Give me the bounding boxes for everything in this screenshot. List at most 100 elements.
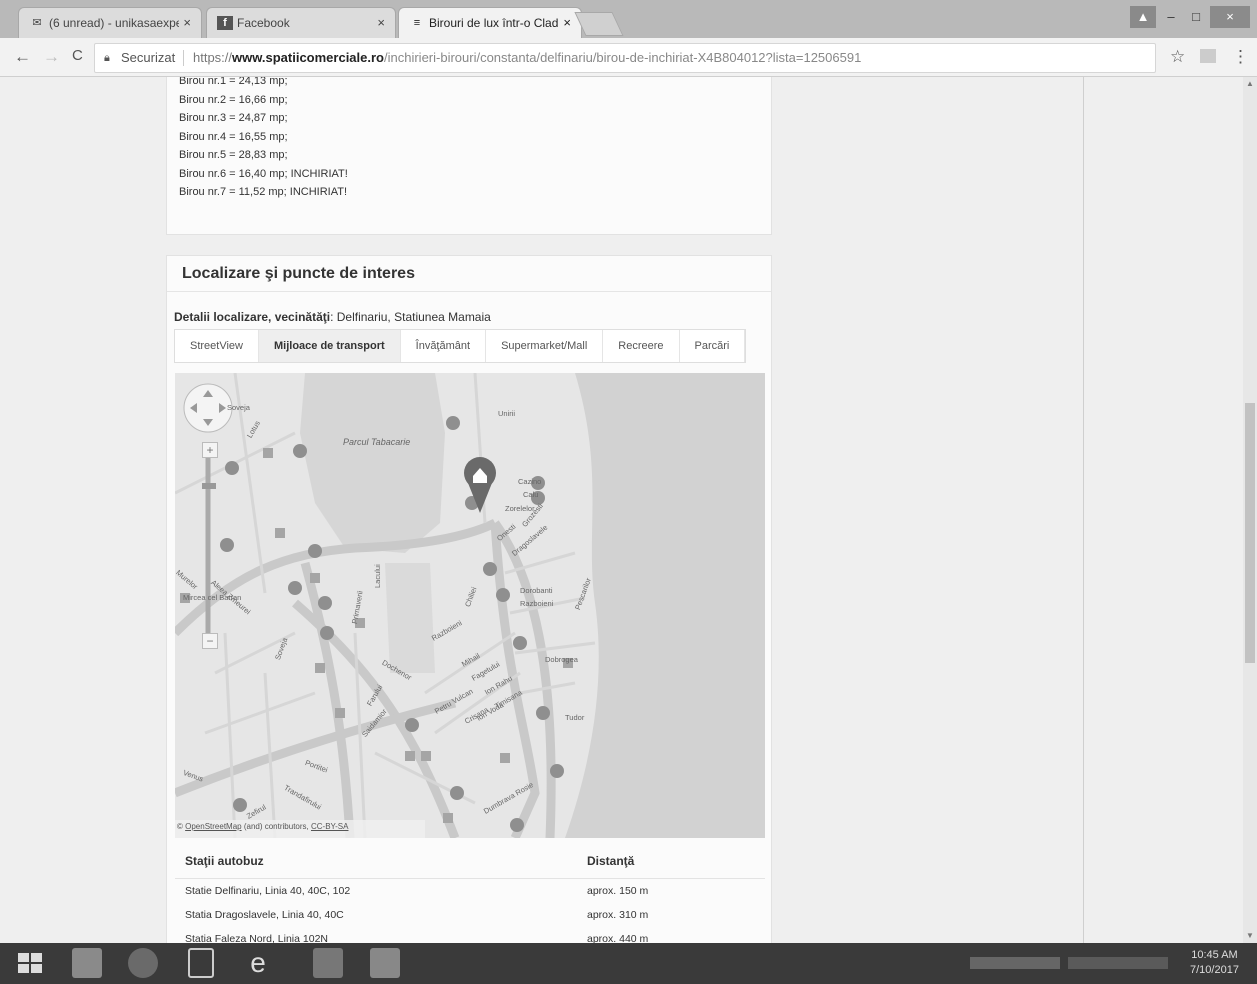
- url-divider: [183, 50, 184, 66]
- browser-tab-strip: ✉ (6 unread) - unikasaexpe × f Facebook …: [0, 0, 1257, 38]
- park-label: Parcul Tabacarie: [343, 437, 410, 447]
- address-toolbar: ← → C 🔒︎ Securizat https://www.spatiicom…: [0, 38, 1257, 77]
- back-button[interactable]: ←: [14, 47, 31, 67]
- browser-tab-active[interactable]: ≡ Birouri de lux într-o Clad ×: [398, 7, 582, 38]
- internet-explorer-icon[interactable]: e: [243, 948, 273, 978]
- street-label: Cazino: [518, 477, 542, 486]
- excel-icon[interactable]: [313, 948, 343, 978]
- office-list: Birou nr.1 = 24,13 mp; Birou nr.2 = 16,66…: [167, 77, 771, 202]
- close-icon[interactable]: ×: [183, 15, 191, 30]
- table-row: Statia Faleza Nord, Linia 102N aprox. 440…: [175, 927, 765, 943]
- file-explorer-icon[interactable]: [72, 948, 102, 978]
- office-item: Birou nr.3 = 24,87 mp;: [179, 112, 288, 124]
- lock-icon: 🔒︎: [104, 52, 110, 64]
- browser-tab-facebook[interactable]: f Facebook ×: [206, 7, 396, 38]
- scroll-down-icon[interactable]: ▼: [1246, 931, 1254, 940]
- tab-supermarket-mall[interactable]: Supermarket/Mall: [486, 330, 604, 362]
- street-label: Calu: [523, 490, 539, 499]
- office-item: Birou nr.2 = 16,66 mp;: [179, 93, 288, 106]
- attribution-text: (and) contributors,: [241, 822, 311, 831]
- tab-mijloace-de-transport[interactable]: Mijloace de transport: [259, 330, 401, 362]
- office-item: Birou nr.5 = 28,83 mp;: [179, 149, 288, 161]
- location-panel: Localizare şi puncte de interes Detalii …: [166, 255, 772, 943]
- clock-time: 10:45 AM: [1191, 949, 1238, 961]
- url-scheme: https://: [193, 50, 233, 65]
- clock-date: 7/10/2017: [1190, 964, 1239, 976]
- forward-button[interactable]: →: [43, 47, 60, 67]
- neighborhood-label: Detalii localizare, vecinătăţi: [174, 310, 331, 324]
- extension-icon[interactable]: [1200, 49, 1216, 63]
- tab-label: Birouri de lux într-o Clad: [429, 16, 559, 30]
- office-item: Birou nr.7 = 11,52 mp; INCHIRIAT!: [179, 186, 348, 198]
- scroll-up-icon[interactable]: ▲: [1246, 79, 1254, 88]
- system-tray-icons[interactable]: [1068, 957, 1168, 969]
- map-attribution: © OpenStreetMap (and) contributors, CC-B…: [177, 822, 348, 831]
- osm-link[interactable]: OpenStreetMap: [185, 822, 241, 831]
- maximize-button[interactable]: □: [1184, 6, 1208, 28]
- tab-streetview[interactable]: StreetView: [175, 330, 259, 362]
- scroll-thumb[interactable]: [1245, 403, 1255, 663]
- secure-label: Securizat: [121, 50, 176, 65]
- table-body: Statie Delfinariu, Linia 40, 40C, 102 apr…: [175, 879, 765, 943]
- station-distance: aprox. 440 m: [587, 933, 649, 943]
- zoom-out-button[interactable]: −: [202, 633, 218, 649]
- mail-icon: ✉: [32, 17, 42, 29]
- url-input[interactable]: 🔒︎ Securizat https://www.spatiicomercial…: [94, 43, 1156, 73]
- word-icon[interactable]: [370, 948, 400, 978]
- office-list-panel: Birou nr.1 = 24,13 mp; Birou nr.2 = 16,66…: [166, 77, 772, 235]
- tray-icons[interactable]: [970, 957, 1060, 969]
- neighborhood-value: : Delfinariu, Statiunea Mamaia: [330, 310, 491, 324]
- taskbar-clock[interactable]: 10:45 AM 7/10/2017: [1190, 948, 1239, 978]
- bus-stations-table: Staţii autobuz Distanţă Statie Delfinari…: [175, 846, 765, 943]
- close-icon[interactable]: ×: [377, 15, 385, 30]
- header-name: Staţii autobuz: [185, 854, 264, 868]
- taskbar: e 10:45 AM 7/10/2017: [0, 943, 1257, 984]
- poi-tabs: StreetView Mijloace de transport Învăţămân…: [174, 329, 747, 363]
- tab-label: Facebook: [237, 16, 290, 30]
- map-nav-control: [183, 383, 233, 433]
- table-row: Statie Delfinariu, Linia 40, 40C, 102 apr…: [175, 879, 765, 903]
- site-icon: ≡: [413, 17, 421, 29]
- bookmark-star-icon[interactable]: ☆: [1170, 47, 1185, 67]
- tab-label: (6 unread) - unikasaexpe: [49, 16, 179, 30]
- street-label: Unirii: [498, 409, 516, 418]
- store-icon[interactable]: [188, 948, 214, 978]
- street-label: Tudor: [565, 713, 585, 722]
- tab-recreere[interactable]: Recreere: [603, 330, 680, 362]
- page-scrollbar[interactable]: ▲ ▼: [1243, 77, 1257, 943]
- browser-tab-mail[interactable]: ✉ (6 unread) - unikasaexpe ×: [18, 7, 202, 38]
- windows-start-icon[interactable]: [14, 948, 46, 978]
- header-distance: Distanţă: [587, 854, 635, 868]
- street-label: Razboieni: [520, 599, 554, 608]
- office-item: Birou nr.4 = 16,55 mp;: [179, 130, 288, 143]
- office-item: Birou nr.6 = 16,40 mp; INCHIRIAT!: [179, 167, 348, 180]
- reload-button[interactable]: C: [72, 47, 83, 64]
- map-view[interactable]: Parcul Tabacarie + − Lotus Soveja Unirii…: [175, 373, 765, 838]
- attribution-prefix: ©: [177, 822, 186, 831]
- table-header: Staţii autobuz Distanţă: [175, 846, 765, 879]
- street-label: Soveja: [227, 403, 250, 412]
- station-name: Statie Delfinariu, Linia 40, 40C, 102: [185, 885, 351, 897]
- zoom-in-button[interactable]: +: [202, 442, 218, 458]
- menu-icon[interactable]: ⋮: [1232, 47, 1249, 67]
- minimize-button[interactable]: –: [1158, 6, 1184, 28]
- station-name: Statia Faleza Nord, Linia 102N: [185, 933, 328, 943]
- tab-parc-ri[interactable]: Parcări: [680, 330, 746, 362]
- neighborhood-details: Detalii localizare, vecinătăţi: Delfinar…: [174, 310, 771, 324]
- facebook-icon: f: [217, 16, 233, 30]
- close-window-button[interactable]: ×: [1210, 6, 1250, 28]
- office-item: Birou nr.1 = 24,13 mp;: [179, 77, 288, 87]
- license-link[interactable]: CC-BY-SA: [311, 822, 349, 831]
- station-distance: aprox. 150 m: [587, 885, 649, 897]
- page-divider: [1083, 77, 1084, 943]
- park-area: [385, 563, 435, 673]
- tab--nv-m-nt[interactable]: Învăţământ: [401, 330, 487, 362]
- section-title: Localizare şi puncte de interes: [167, 256, 771, 292]
- station-distance: aprox. 310 m: [587, 909, 649, 921]
- chrome-icon[interactable]: [128, 948, 158, 978]
- street-label: Lacului: [373, 564, 382, 588]
- user-profile-icon[interactable]: ▲: [1130, 6, 1156, 28]
- close-icon[interactable]: ×: [563, 15, 571, 30]
- table-row: Statia Dragoslavele, Linia 40, 40C aprox.…: [175, 903, 765, 927]
- url-path: /inchirieri-birouri/constanta/delfinariu…: [384, 50, 862, 65]
